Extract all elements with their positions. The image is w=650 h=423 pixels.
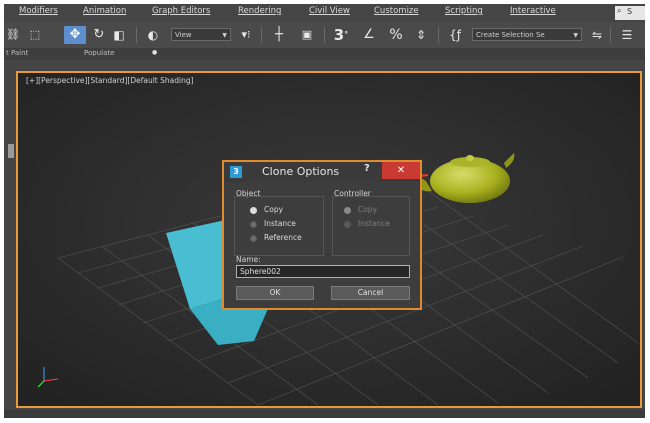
radio-reference-label[interactable]: Reference bbox=[264, 233, 302, 242]
controller-radio-copy-label: Copy bbox=[358, 205, 378, 214]
menu-interactive[interactable]: Interactive bbox=[510, 6, 556, 16]
search-icon: ⌕ bbox=[617, 6, 622, 15]
ribbon-toggle-icon[interactable]: ● bbox=[152, 49, 157, 56]
percent-snap-icon[interactable]: % bbox=[386, 26, 406, 44]
radio-reference[interactable] bbox=[250, 235, 257, 242]
command-panel-tab[interactable] bbox=[8, 144, 14, 158]
name-label: Name: bbox=[236, 255, 261, 264]
menu-modifiers[interactable]: Modifiers bbox=[19, 6, 58, 16]
pivot-icon[interactable]: ▾⁝ bbox=[235, 26, 257, 44]
angle-snap-icon[interactable]: ∠ bbox=[358, 26, 380, 44]
menu-bar: Modifiers Animation Graph Editors Render… bbox=[4, 4, 645, 22]
mirror-icon[interactable]: ⇋ bbox=[586, 26, 608, 44]
move-icon[interactable]: ✥ bbox=[64, 26, 86, 44]
named-selection-dropdown[interactable]: Create Selection Se ▼ bbox=[472, 28, 582, 41]
menu-animation[interactable]: Animation bbox=[83, 6, 126, 16]
controller-radio-instance-label: Instance bbox=[358, 219, 390, 228]
link-icon[interactable]: ⛓ bbox=[6, 26, 20, 44]
3ds-max-window: Modifiers Animation Graph Editors Render… bbox=[4, 4, 645, 418]
select-manip-icon[interactable]: ▣ bbox=[296, 26, 318, 44]
select-icon[interactable]: ⬚ bbox=[26, 26, 44, 44]
view-dropdown[interactable]: View ▼ bbox=[171, 28, 231, 41]
edit-named-selection-icon[interactable]: {ƒ bbox=[446, 26, 464, 44]
radio-instance-label[interactable]: Instance bbox=[264, 219, 296, 228]
chevron-down-icon: ▼ bbox=[222, 32, 227, 39]
rotate-icon[interactable]: ↻ bbox=[90, 26, 108, 44]
search-field[interactable]: ⌕ S bbox=[615, 6, 645, 20]
snaps-toggle-icon[interactable]: 3° bbox=[330, 26, 352, 44]
menu-graph-editors[interactable]: Graph Editors bbox=[152, 6, 210, 16]
scale-icon[interactable]: ◧ bbox=[110, 26, 128, 44]
controller-radio-instance bbox=[344, 221, 351, 228]
menu-customize[interactable]: Customize bbox=[374, 6, 419, 16]
main-toolbar: ⛓ ⬚ ✥ ↻ ◧ ◐ View ▼ ▾⁝ ┼ ▣ 3° ∠ % ⇕ {ƒ Cre… bbox=[4, 22, 645, 48]
menu-scripting[interactable]: Scripting bbox=[445, 6, 483, 16]
paint-icon[interactable]: ◐ bbox=[144, 26, 162, 44]
status-strip bbox=[4, 410, 645, 418]
close-button[interactable]: ✕ bbox=[382, 162, 420, 179]
spinner-snap-icon[interactable]: ⇕ bbox=[410, 26, 432, 44]
menu-civil-view[interactable]: Civil View bbox=[309, 6, 350, 16]
clone-options-dialog: 3 Clone Options ? ✕ Object Copy Instance… bbox=[222, 160, 422, 310]
chevron-down-icon: ▼ bbox=[573, 32, 578, 39]
app-icon: 3 bbox=[230, 166, 242, 178]
name-field[interactable] bbox=[236, 265, 410, 278]
radio-copy[interactable] bbox=[250, 207, 257, 214]
viewport-label-menu[interactable]: [+][Perspective][Standard][Default Shadi… bbox=[26, 76, 194, 85]
snap-move-icon[interactable]: ┼ bbox=[268, 26, 290, 44]
menu-rendering[interactable]: Rendering bbox=[238, 6, 281, 16]
dialog-title: Clone Options bbox=[262, 165, 340, 178]
align-icon[interactable]: ☰ bbox=[616, 26, 638, 44]
radio-instance[interactable] bbox=[250, 221, 257, 228]
paint-label[interactable]: t Paint bbox=[6, 49, 28, 57]
ribbon-strip: t Paint Populate ● bbox=[4, 48, 645, 60]
cancel-button[interactable]: Cancel bbox=[331, 286, 410, 300]
dialog-titlebar[interactable]: 3 Clone Options ? ✕ bbox=[224, 162, 420, 182]
radio-copy-label[interactable]: Copy bbox=[264, 205, 283, 214]
controller-radio-copy bbox=[344, 207, 351, 214]
ok-button[interactable]: OK bbox=[236, 286, 314, 300]
help-icon[interactable]: ? bbox=[364, 163, 370, 174]
populate-label[interactable]: Populate bbox=[84, 49, 114, 57]
